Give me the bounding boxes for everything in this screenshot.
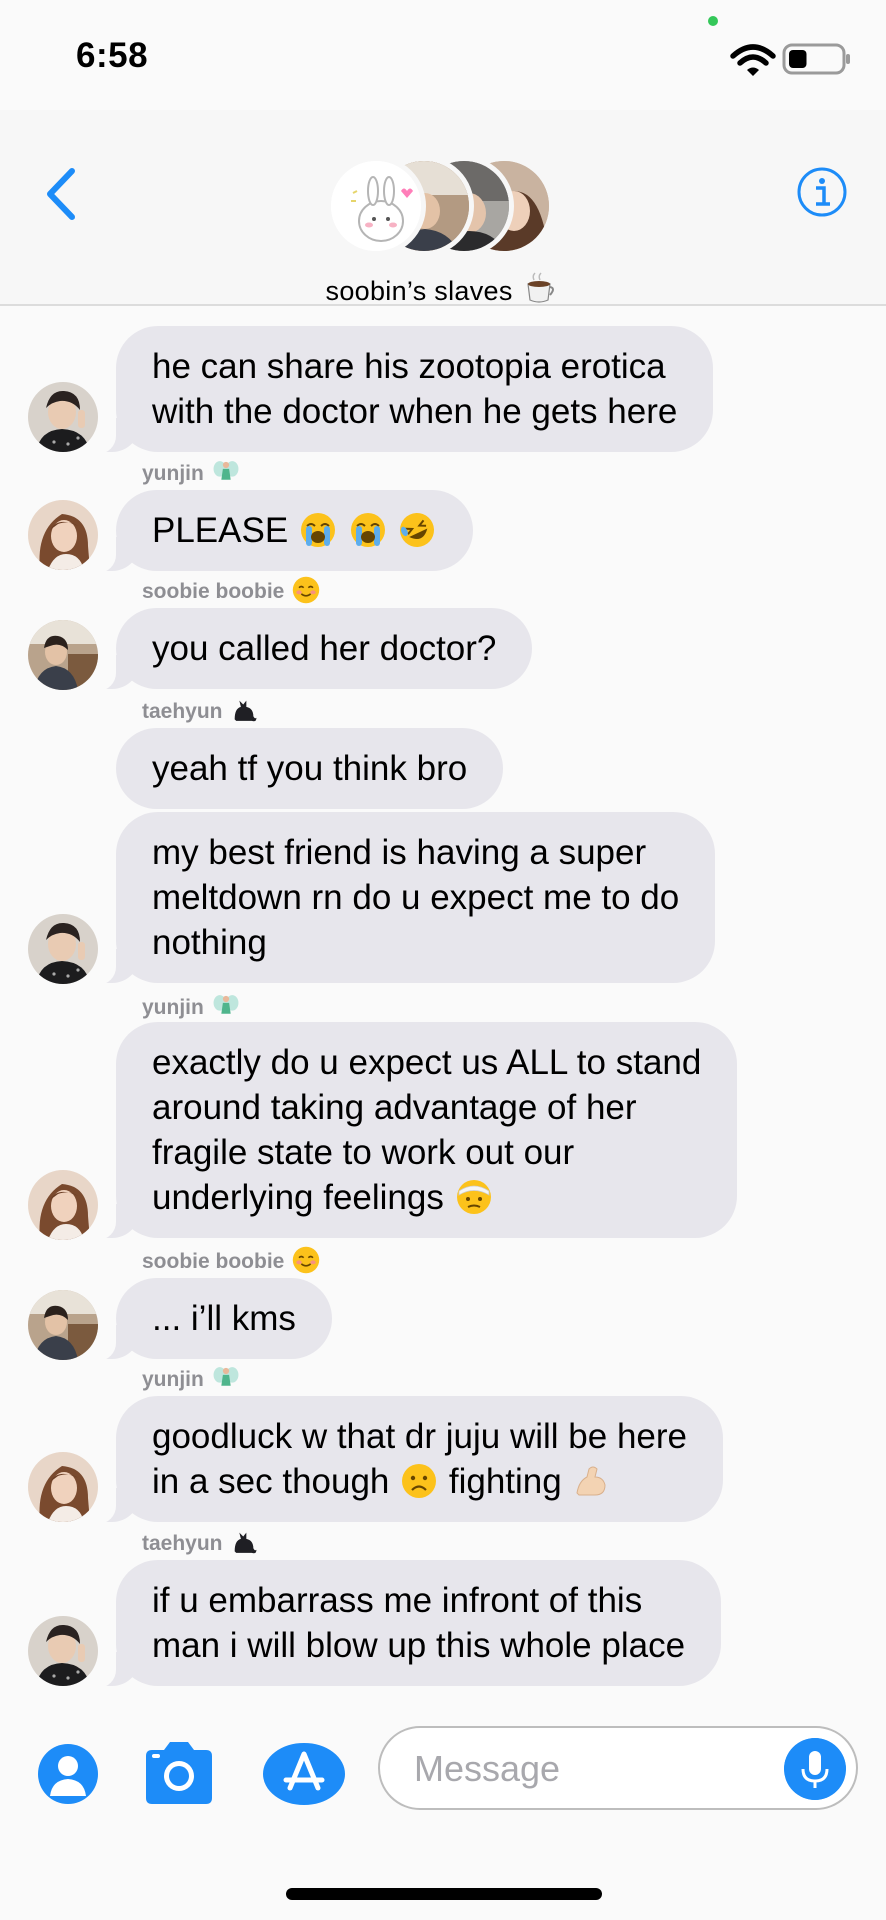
message-bubble[interactable]: ... i’ll kms: [86, 1278, 332, 1361]
avatar-soobin[interactable]: [28, 1290, 98, 1360]
message-bubble[interactable]: if u embarrass me infront of this man i …: [85, 1560, 722, 1688]
battery-icon: [782, 43, 850, 75]
message-bubble[interactable]: goodluck w that dr juju will be here in …: [85, 1396, 724, 1524]
message-line: fragile state to work out our: [152, 1133, 575, 1172]
message-bubble[interactable]: exactly do u expect us ALL to stand arou…: [85, 1022, 738, 1240]
sender-name: yunjin: [142, 996, 204, 1019]
message-bubble[interactable]: he can share his zootopia erotica with t…: [85, 326, 714, 454]
sender-name: soobie boobie: [142, 1250, 285, 1273]
message-line: my best friend is having a super: [152, 833, 647, 872]
sender-label: yunjin: [142, 1364, 242, 1392]
message-line: yeah tf you think bro: [152, 749, 468, 788]
sender-label: yunjin: [142, 458, 242, 486]
message-line: around taking advantage of her: [152, 1088, 637, 1127]
message-line: exactly do u expect us ALL to stand: [152, 1043, 702, 1082]
sender-label: taehyun: [142, 696, 260, 724]
message-input-field[interactable]: [378, 1726, 858, 1810]
sender-name: yunjin: [142, 462, 204, 485]
black-cat-icon: [230, 1528, 258, 1556]
flexed-biceps-icon: [573, 1463, 609, 1499]
message-line: underlying feelings: [152, 1178, 444, 1217]
sender-name: soobie boobie: [142, 580, 285, 603]
sender-label: soobie boobie: [142, 1246, 322, 1274]
avatar-yunjin[interactable]: [28, 1170, 98, 1240]
message-line: you called her doctor?: [152, 629, 497, 668]
rolling-laughing-face-icon: [399, 512, 435, 548]
avatar-soobin[interactable]: [28, 620, 98, 690]
status-time: 6:58: [76, 36, 149, 75]
message-line: with the doctor when he gets here: [152, 392, 678, 431]
message-line: meltdown rn do u expect me to do: [152, 878, 680, 917]
black-cat-icon: [230, 696, 258, 724]
fairy-icon: [212, 458, 240, 486]
conversation-header: soobin’s slaves: [0, 110, 886, 306]
smiling-face-icon: [292, 576, 320, 604]
microphone-icon[interactable]: [784, 1738, 846, 1800]
message-input[interactable]: [414, 1746, 754, 1792]
bandaged-face-icon: [456, 1179, 492, 1215]
message-thread[interactable]: he can share his zootopia erotica with t…: [0, 318, 886, 1690]
back-chevron-icon[interactable]: [42, 165, 78, 223]
message-bubble[interactable]: yeah tf you think bro: [116, 728, 504, 809]
frowning-face-icon: [401, 1463, 437, 1499]
sender-label: yunjin: [142, 992, 242, 1020]
message-line: nothing: [152, 923, 267, 962]
message-bubble[interactable]: you called her doctor?: [85, 608, 533, 691]
fairy-icon: [212, 992, 240, 1020]
sender-label: soobie boobie: [142, 576, 322, 604]
sender-name: taehyun: [142, 1532, 223, 1555]
avatar-yunjin[interactable]: [28, 500, 98, 570]
message-line: man i will blow up this whole place: [152, 1626, 686, 1665]
loudly-crying-face-icon: [300, 512, 336, 548]
home-indicator[interactable]: [286, 1888, 602, 1900]
message-line: ... i’ll kms: [152, 1299, 296, 1338]
coffee-cup-icon: [522, 270, 558, 306]
wifi-icon: [730, 44, 776, 76]
message-line: in a sec though: [152, 1462, 390, 1501]
message-line: if u embarrass me infront of this: [152, 1581, 643, 1620]
message-line: fighting: [448, 1462, 562, 1501]
message-line: he can share his zootopia erotica: [152, 347, 666, 386]
compose-bar: [0, 1700, 886, 1850]
message-line: goodluck w that dr juju will be here: [152, 1417, 688, 1456]
avatar-taehyun[interactable]: [28, 1616, 98, 1686]
group-photo-avatar: [326, 156, 426, 256]
sender-name: yunjin: [142, 1368, 204, 1391]
fairy-icon: [212, 1364, 240, 1392]
sender-label: taehyun: [142, 1528, 260, 1556]
message-bubble[interactable]: PLEASE: [85, 490, 474, 573]
avatar-yunjin[interactable]: [28, 1452, 98, 1522]
smiling-face-icon: [292, 1246, 320, 1274]
avatar-taehyun[interactable]: [28, 914, 98, 984]
avatar-taehyun[interactable]: [28, 382, 98, 452]
info-icon[interactable]: [796, 166, 848, 218]
status-bar: 6:58: [0, 0, 886, 110]
camera-icon[interactable]: [140, 1740, 218, 1806]
group-name-text: soobin’s slaves: [325, 276, 513, 306]
memoji-icon[interactable]: [36, 1742, 100, 1806]
group-avatar-stack[interactable]: [326, 156, 556, 266]
sender-name: taehyun: [142, 700, 223, 723]
loudly-crying-face-icon: [350, 512, 386, 548]
camera-in-use-indicator: [708, 16, 718, 26]
message-bubble[interactable]: my best friend is having a super meltdow…: [85, 812, 716, 985]
app-store-icon[interactable]: [262, 1742, 346, 1806]
message-line: PLEASE: [152, 511, 289, 550]
group-name-title[interactable]: soobin’s slaves: [0, 270, 886, 307]
